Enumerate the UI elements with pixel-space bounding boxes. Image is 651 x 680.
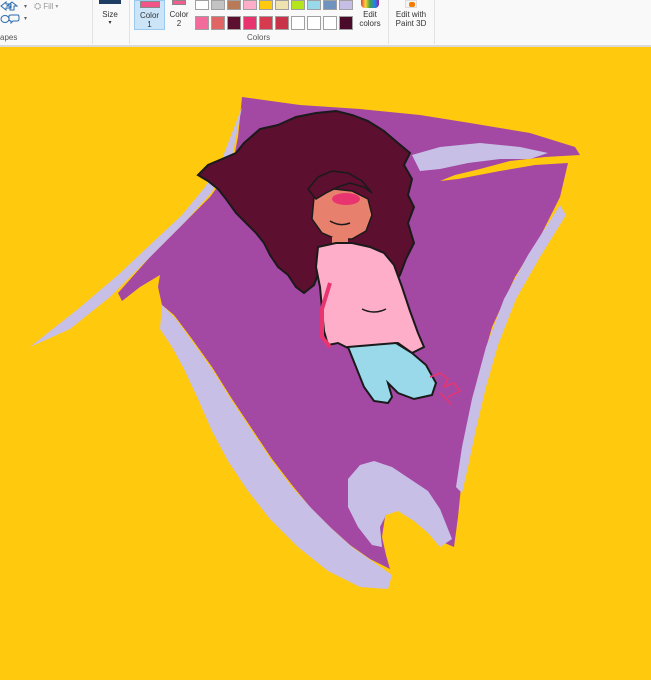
- edit-with-paint3d-button[interactable]: Edit with Paint 3D: [392, 0, 430, 30]
- fill-bucket-icon: ⛭: [34, 0, 42, 11]
- custom-swatch[interactable]: [323, 16, 337, 30]
- edit-colors-line2: colors: [359, 19, 381, 28]
- custom-swatch[interactable]: [243, 16, 257, 30]
- paint3d-icon: [405, 0, 417, 8]
- color2-button[interactable]: Color 2: [167, 0, 191, 30]
- palette-swatch[interactable]: [211, 0, 225, 10]
- color1-button[interactable]: Color 1: [134, 0, 165, 30]
- canvas-drawing: [0, 47, 651, 680]
- edit-colors-line1: Edit: [363, 10, 377, 19]
- color2-swatch: [172, 0, 186, 5]
- palette-swatch[interactable]: [323, 0, 337, 10]
- palette-swatch[interactable]: [275, 0, 289, 10]
- custom-swatch[interactable]: [307, 16, 321, 30]
- colors-group-label: Colors: [247, 33, 271, 42]
- color1-label-line1: Color: [139, 11, 160, 20]
- custom-swatch[interactable]: [291, 16, 305, 30]
- color-wheel-icon: [361, 0, 379, 8]
- shapes-more-icon[interactable]: ▾: [24, 15, 27, 22]
- size-lines-icon: [99, 0, 121, 4]
- custom-swatch[interactable]: [259, 16, 273, 30]
- size-label: Size: [102, 10, 118, 19]
- fill-dropdown-icon: ▾: [55, 3, 59, 10]
- palette-swatch[interactable]: [307, 0, 321, 10]
- ribbon: ▾ ▾ ⛭ Fill ▾ apes Size ▾ Color 1 Color 2: [0, 0, 651, 46]
- fill-button[interactable]: ⛭ Fill ▾: [34, 0, 58, 12]
- custom-swatch[interactable]: [211, 16, 225, 30]
- color1-swatch: [139, 1, 160, 8]
- divider: [388, 0, 389, 44]
- paint3d-line1: Edit with: [395, 10, 427, 19]
- palette-swatch[interactable]: [339, 0, 353, 10]
- palette-swatch[interactable]: [259, 0, 273, 10]
- custom-swatch[interactable]: [275, 16, 289, 30]
- color1-label-line2: 1: [147, 20, 152, 29]
- paint3d-line2: Paint 3D: [395, 19, 427, 28]
- palette-swatch[interactable]: [227, 0, 241, 10]
- divider: [92, 0, 93, 44]
- palette-swatch[interactable]: [195, 0, 209, 10]
- edit-colors-button[interactable]: Edit colors: [355, 0, 385, 30]
- custom-swatch[interactable]: [339, 16, 353, 30]
- divider: [129, 0, 130, 44]
- shapes-scroll-down-icon[interactable]: ▾: [24, 3, 27, 10]
- drawing-canvas[interactable]: [0, 47, 651, 680]
- color2-label-line1: Color: [169, 10, 189, 19]
- fill-label: Fill: [43, 1, 54, 11]
- color-palette: [195, 0, 354, 31]
- divider: [434, 0, 435, 44]
- custom-swatch[interactable]: [227, 16, 241, 30]
- shapes-group-label: apes: [0, 33, 18, 42]
- size-button[interactable]: Size ▾: [97, 0, 123, 30]
- color2-label-line2: 2: [176, 19, 182, 28]
- character-blush: [332, 193, 360, 205]
- up-arrow-shape-icon[interactable]: [6, 1, 18, 11]
- palette-swatch[interactable]: [243, 0, 257, 10]
- palette-swatch[interactable]: [291, 0, 305, 10]
- size-dropdown-icon: ▾: [108, 20, 112, 26]
- callout-shape-icon[interactable]: [8, 14, 20, 24]
- custom-swatch[interactable]: [195, 16, 209, 30]
